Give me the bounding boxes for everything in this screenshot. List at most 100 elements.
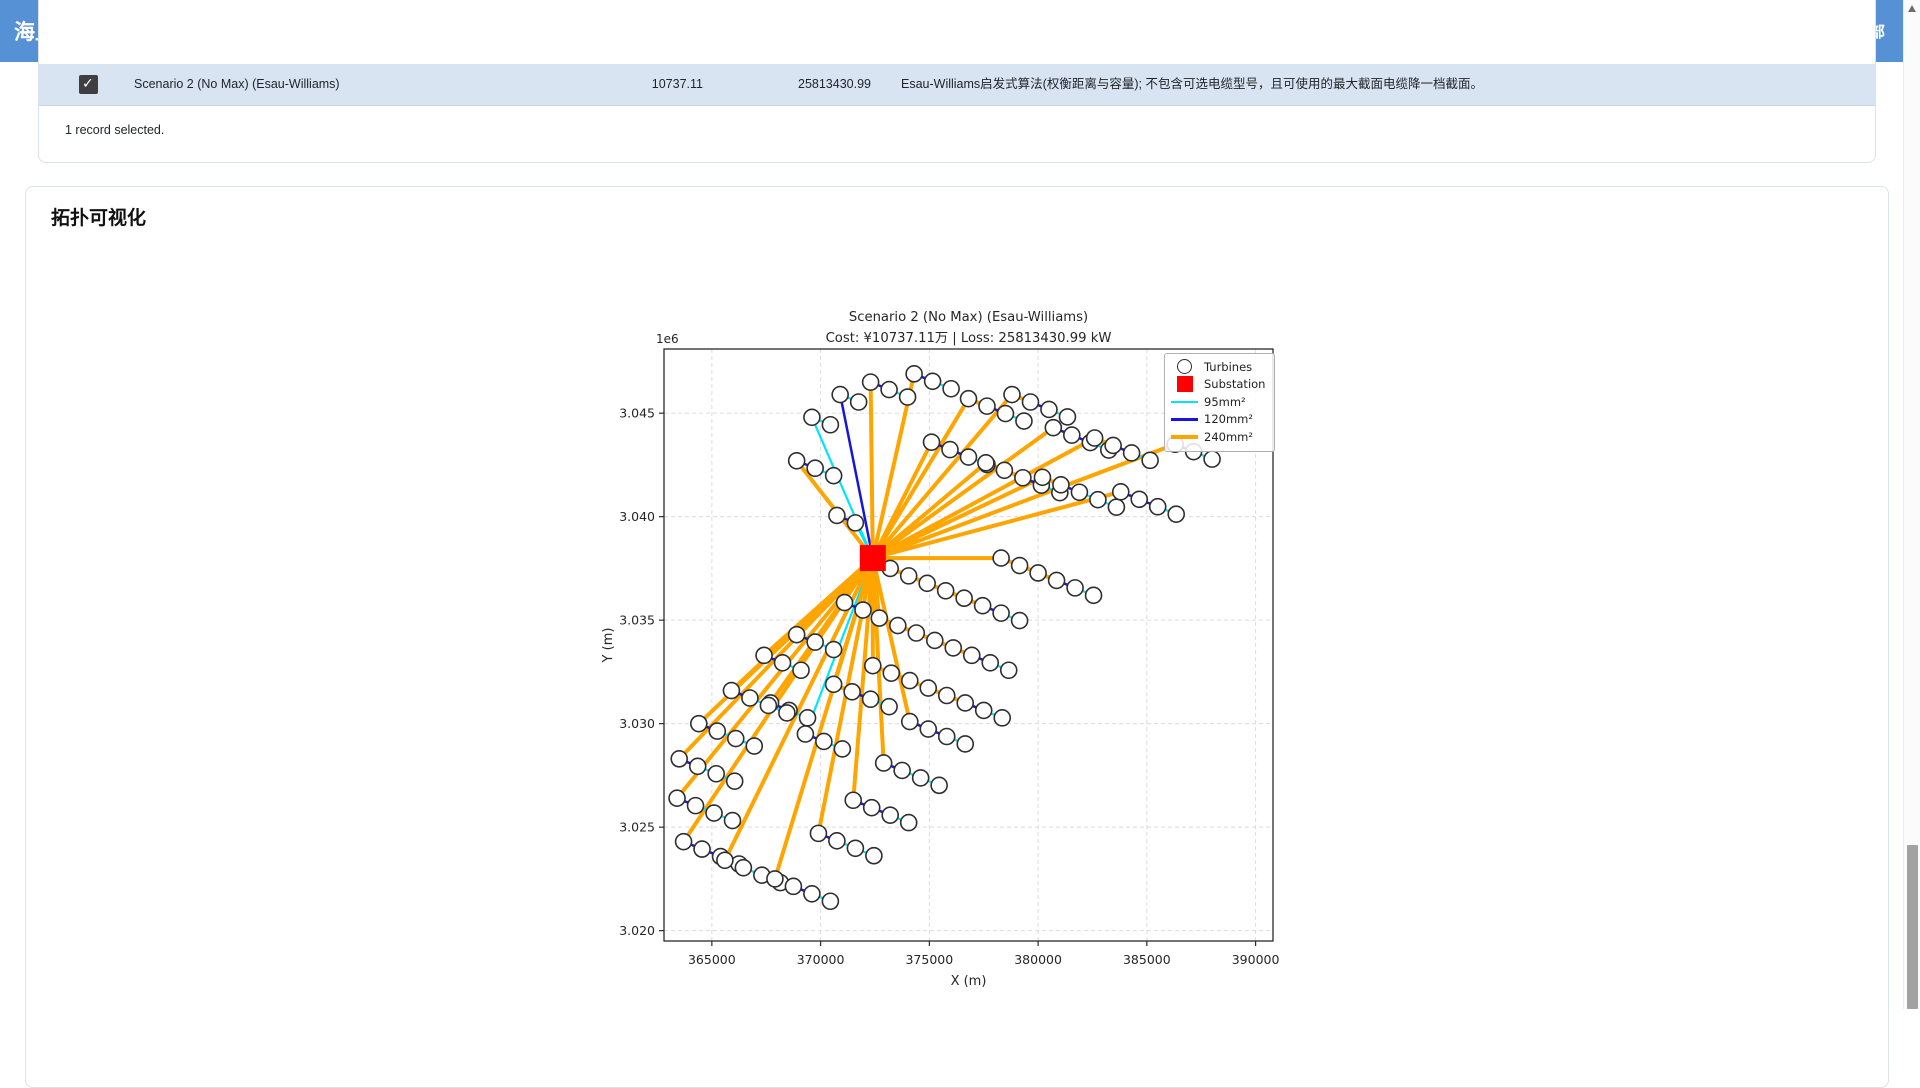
record-selected-text: 1 record selected.	[65, 123, 164, 137]
turbine-marker	[982, 655, 998, 671]
turbine-marker	[902, 714, 918, 730]
turbine-marker	[816, 733, 832, 749]
turbine-marker	[717, 852, 733, 868]
x-axis-label: X (m)	[951, 974, 987, 989]
turbine-marker	[957, 736, 973, 752]
turbine-marker	[1004, 387, 1020, 403]
turbine-marker	[688, 798, 704, 814]
turbine-marker	[925, 373, 941, 389]
turbine-marker	[876, 755, 892, 771]
turbine-marker	[728, 731, 744, 747]
turbine-marker	[924, 434, 940, 450]
legend-label: Turbines	[1204, 360, 1252, 374]
turbine-marker	[826, 642, 842, 658]
y-tick-label: 3.045	[619, 406, 655, 421]
turbine-marker	[837, 595, 853, 611]
turbine-marker	[793, 662, 809, 678]
turbine-marker	[920, 680, 936, 696]
turbine-marker	[1041, 401, 1057, 417]
turbine-marker	[942, 442, 958, 458]
turbine-marker	[997, 406, 1013, 422]
turbine-marker	[690, 758, 706, 774]
feeder-cable	[873, 428, 1054, 558]
turbine-marker	[746, 738, 762, 754]
turbine-marker	[851, 394, 867, 410]
turbine-marker	[1131, 491, 1147, 507]
turbine-marker	[789, 627, 805, 643]
description-cell: Esau-Williams启发式算法(权衡距离与容量); 不包含可选电缆型号，且…	[901, 64, 1483, 105]
turbine-marker	[694, 841, 710, 857]
x-tick-label: 375000	[905, 952, 953, 967]
turbine-marker	[906, 366, 922, 382]
y-axis-label: Y (m)	[601, 628, 616, 664]
turbine-marker	[804, 409, 820, 425]
turbine-marker	[927, 632, 943, 648]
scenario-name-cell: Scenario 2 (No Max) (Esau-Williams)	[134, 64, 340, 105]
turbine-marker	[725, 813, 741, 829]
legend-item: 120mm²	[1171, 411, 1265, 429]
turbine-marker	[866, 848, 882, 864]
turbine-marker	[1034, 469, 1050, 485]
turbine-marker	[978, 455, 994, 471]
turbine-marker	[864, 800, 880, 816]
turbine-marker	[961, 449, 977, 465]
turbine-marker	[847, 515, 863, 531]
scenario-table-row[interactable]: Scenario 2 (No Max) (Esau-Williams) 1073…	[39, 64, 1875, 106]
legend-item: 95mm²	[1171, 393, 1265, 411]
turbine-marker	[863, 691, 879, 707]
turbine-marker	[723, 683, 739, 699]
turbine-marker	[975, 598, 991, 614]
feeder-cable	[871, 382, 873, 558]
turbine-marker	[900, 389, 916, 405]
turbine-marker	[822, 893, 838, 909]
turbine-marker	[826, 676, 842, 692]
cable-legend-icon	[1171, 418, 1198, 421]
turbine-marker	[671, 751, 687, 767]
loss-cell: 25813430.99	[703, 64, 871, 105]
y-axis-offset-label: 1e6	[656, 332, 679, 346]
turbine-marker	[993, 605, 1009, 621]
scrollbar-up-arrow-icon[interactable]	[1908, 5, 1916, 12]
turbine-marker	[871, 610, 887, 626]
feeder-cable	[840, 395, 873, 559]
chart-legend: TurbinesSubstation95mm²120mm²240mm²	[1164, 353, 1275, 452]
turbine-legend-icon	[1171, 359, 1198, 374]
scenario-table-card: Scenario 2 (No Max) (Esau-Williams) 1073…	[38, 0, 1876, 163]
turbine-marker	[797, 726, 813, 742]
turbine-marker	[1168, 506, 1184, 522]
turbine-marker	[913, 770, 929, 786]
turbine-marker	[844, 684, 860, 700]
y-tick-label: 3.030	[619, 716, 655, 731]
turbine-marker	[1108, 499, 1124, 515]
scrollbar-thumb[interactable]	[1907, 845, 1918, 1009]
turbine-marker	[756, 647, 772, 663]
turbine-marker	[993, 550, 1009, 566]
cable-legend-icon	[1171, 401, 1198, 404]
turbine-marker	[804, 886, 820, 902]
turbine-marker	[881, 382, 897, 398]
turbine-marker	[742, 690, 758, 706]
turbine-marker	[920, 721, 936, 737]
y-tick-label: 3.020	[619, 923, 655, 938]
turbine-marker	[939, 688, 955, 704]
turbine-marker	[807, 634, 823, 650]
turbine-marker	[706, 805, 722, 821]
y-tick-label: 3.040	[619, 509, 655, 524]
turbine-marker	[855, 602, 871, 618]
turbine-marker	[957, 695, 973, 711]
turbine-marker	[1053, 477, 1069, 493]
turbine-marker	[785, 878, 801, 894]
vertical-scrollbar[interactable]	[1903, 0, 1920, 1009]
turbine-marker	[1071, 484, 1087, 500]
turbine-marker	[956, 590, 972, 606]
turbine-marker	[1030, 565, 1046, 581]
turbine-marker	[931, 777, 947, 793]
turbine-marker	[1059, 409, 1075, 425]
legend-label: 120mm²	[1204, 412, 1253, 426]
turbine-marker	[1150, 499, 1166, 515]
feeder-cable	[812, 417, 873, 558]
y-tick-label: 3.025	[619, 820, 655, 835]
turbine-marker	[822, 417, 838, 433]
turbine-marker	[1090, 492, 1106, 508]
row-checkbox-checked[interactable]	[79, 75, 98, 94]
